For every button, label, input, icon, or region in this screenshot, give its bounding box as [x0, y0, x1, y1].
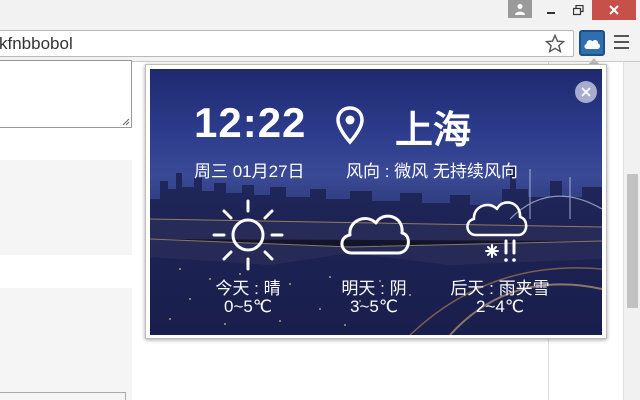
forecast-today-label: 今天 : 晴: [215, 279, 281, 298]
minimize-icon: [547, 12, 555, 14]
content-panel: [0, 288, 132, 400]
weather-panel: 12:22 上海 周三 01月27日 风向 : 微风 无持续风向 今天: 晴 …: [150, 69, 602, 335]
city-name: 上海: [395, 110, 472, 152]
current-time: 12:22: [194, 99, 307, 146]
forecast-tomorrow-temp: 3~5℃: [350, 297, 398, 316]
scrollbar-thumb[interactable]: [627, 174, 638, 308]
restore-icon: [572, 4, 584, 15]
weather-extension-button[interactable]: [579, 30, 605, 56]
menu-bar-line: [614, 41, 629, 43]
input-field[interactable]: [0, 392, 126, 400]
profile-avatar-button[interactable]: [508, 0, 532, 18]
cloud-icon: [584, 39, 601, 49]
sun-icon: [212, 199, 284, 271]
date-text: 周三 01月27日: [194, 162, 305, 181]
resize-grip-icon[interactable]: [122, 118, 130, 126]
menu-bar-line: [614, 47, 629, 49]
text-area[interactable]: [0, 60, 132, 128]
close-icon: [581, 87, 591, 97]
wind-text: 风向 : 微风 无持续风向: [346, 162, 518, 181]
title-bar: [0, 0, 640, 24]
forecast-after-tomorrow-label: 后天 : 雨夹雪: [450, 279, 550, 298]
close-icon: [609, 5, 619, 15]
chrome-menu-button[interactable]: [614, 35, 632, 51]
content-panel: [0, 160, 132, 255]
page-scrollbar[interactable]: [623, 62, 640, 400]
user-icon: [515, 4, 525, 15]
menu-bar-line: [614, 35, 629, 37]
forecast-after-tomorrow-temp: 2~4℃: [476, 297, 524, 316]
sleet-icon: [466, 201, 528, 262]
forecast-today-temp: 0~5℃: [224, 297, 272, 316]
bookmark-star-icon[interactable]: [545, 34, 565, 54]
restore-button[interactable]: [564, 0, 592, 20]
minimize-button[interactable]: [537, 0, 565, 20]
location-pin-icon: [336, 106, 364, 145]
popup-close-button[interactable]: [575, 81, 597, 103]
weather-popup: 12:22 上海 周三 01月27日 风向 : 微风 无持续风向 今天: 晴 …: [145, 64, 607, 339]
window-close-button[interactable]: [592, 0, 636, 20]
browser-toolbar: kfnbbobol: [0, 24, 640, 62]
url-text: kfnbbobol: [0, 34, 73, 53]
forecast-tomorrow-label: 明天 : 阴: [341, 279, 407, 298]
address-bar[interactable]: kfnbbobol: [0, 30, 574, 57]
cloud-icon: [340, 214, 410, 255]
